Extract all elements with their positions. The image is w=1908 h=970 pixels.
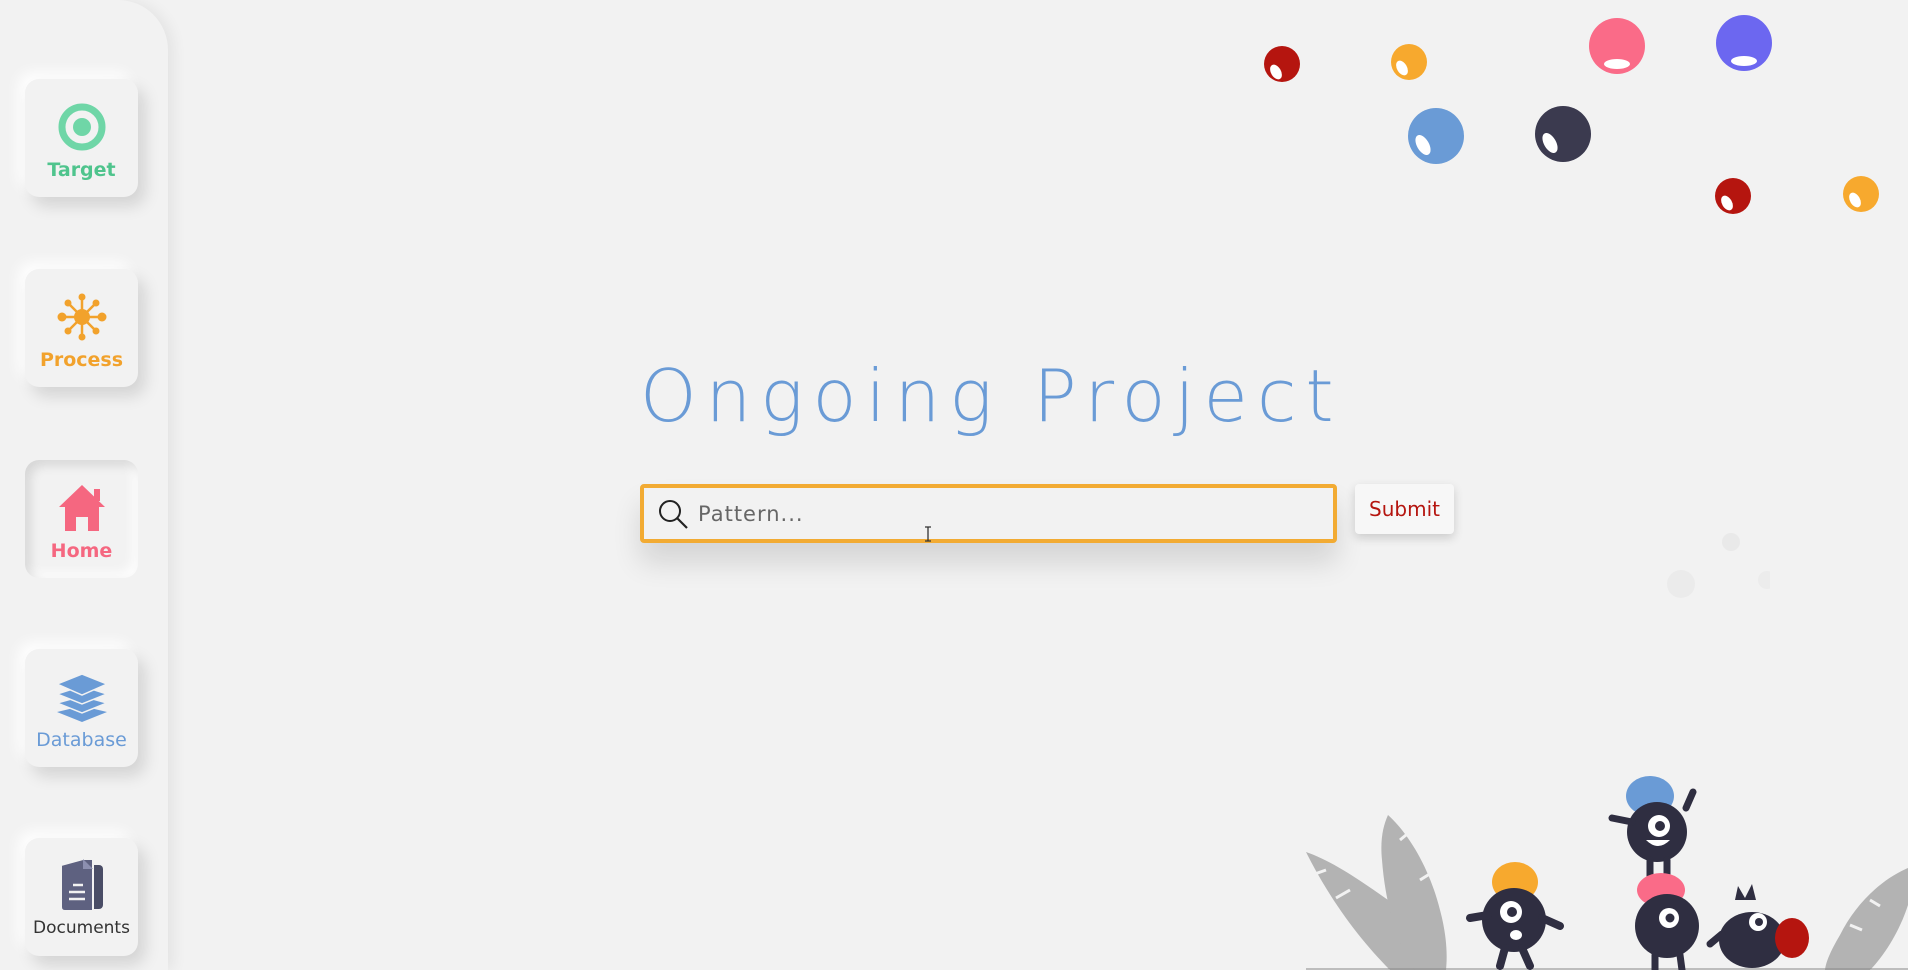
sidebar-item-label: Home [50, 540, 113, 562]
bubble-icon [1535, 106, 1591, 162]
sidebar: Target Process Home Database Documents [0, 0, 168, 970]
sidebar-item-label: Target [47, 159, 116, 181]
page-title: Ongoing Project [640, 354, 1343, 438]
sidebar-item-target[interactable]: Target [25, 79, 138, 197]
leaf-icon [1825, 868, 1908, 970]
documents-icon [54, 858, 110, 914]
sidebar-item-label: Documents [33, 918, 130, 938]
bubble-icon [1843, 176, 1879, 212]
sidebar-item-database[interactable]: Database [25, 649, 138, 767]
monster-illustration [1306, 776, 1908, 970]
bubble-icon [1408, 108, 1464, 164]
sidebar-item-label: Process [39, 349, 124, 371]
decorative-bubbles [1264, 15, 1879, 214]
sidebar-item-process[interactable]: Process [25, 269, 138, 387]
monster-icon [1466, 862, 1564, 970]
leaf-icon [1306, 815, 1447, 970]
sidebar-item-documents[interactable]: Documents [25, 838, 138, 956]
bubble-icon [1391, 44, 1427, 80]
bubble-icon [1716, 15, 1772, 71]
submit-button[interactable]: Submit [1355, 484, 1454, 534]
faint-dots [1667, 533, 1770, 598]
bubble-icon [1715, 178, 1751, 214]
search-input[interactable] [696, 487, 1333, 540]
target-icon [54, 99, 110, 155]
sidebar-item-label: Database [36, 729, 127, 751]
search-icon [656, 497, 690, 531]
search-box [640, 484, 1337, 543]
network-icon [54, 289, 110, 345]
bubble-icon [1589, 18, 1645, 74]
monster-icon [1608, 776, 1697, 880]
text-cursor-icon [925, 526, 931, 542]
monster-icon [1706, 884, 1809, 968]
home-icon [54, 480, 110, 536]
bubble-icon [1264, 46, 1300, 82]
sidebar-item-home[interactable]: Home [25, 460, 138, 578]
layers-icon [54, 669, 110, 725]
monster-icon [1635, 873, 1699, 970]
